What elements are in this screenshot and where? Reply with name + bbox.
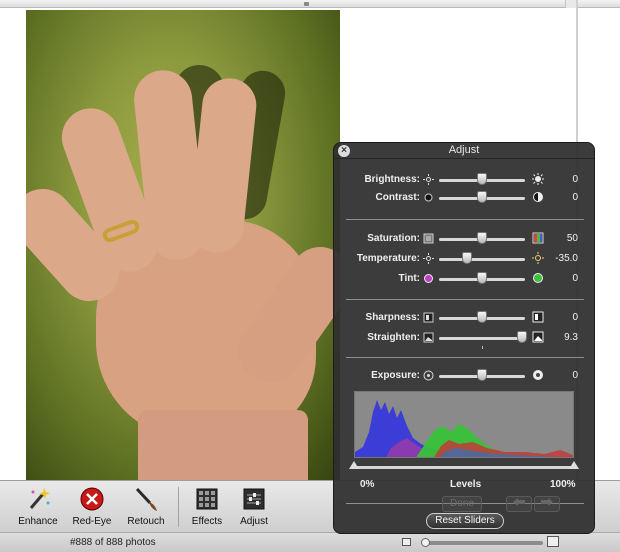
levels-label: Levels (450, 479, 482, 490)
effects-label: Effects (191, 516, 223, 527)
brightness-value: 0 (572, 174, 578, 185)
section-divider (346, 357, 584, 358)
sharpness-low-icon (423, 312, 434, 323)
brightness-slider-knob[interactable] (477, 173, 487, 185)
section-divider (346, 299, 584, 300)
sharpness-icon (532, 311, 544, 323)
temperature-row: Temperature: -35.0 (334, 250, 596, 268)
adjust-button[interactable]: Adjust (232, 481, 276, 533)
brightness-label: Brightness: (364, 174, 420, 185)
retouch-button[interactable]: Retouch (120, 481, 172, 533)
temperature-label: Temperature: (356, 253, 420, 264)
straighten-row: Straighten: 9.3 (334, 329, 596, 349)
tint-slider-knob[interactable] (477, 272, 487, 284)
zoom-slider-knob[interactable] (421, 538, 430, 547)
previous-button[interactable] (506, 496, 532, 512)
exposure-slider-knob[interactable] (477, 369, 487, 381)
temperature-value: -35.0 (555, 253, 578, 264)
adjust-panel: × Adjust Brightness: 0 Contrast: 0 Satur… (333, 142, 595, 534)
straighten-slider[interactable] (439, 337, 525, 340)
straighten-label: Straighten: (367, 332, 420, 343)
tint-value: 0 (572, 273, 578, 284)
straighten-slider-knob[interactable] (516, 331, 527, 343)
red-eye-button[interactable]: Red-Eye (66, 481, 118, 533)
sharpness-row: Sharpness: 0 (334, 309, 596, 327)
arrow-left-icon (513, 498, 525, 506)
levels-min-knob[interactable] (349, 461, 359, 469)
temperature-slider-knob[interactable] (462, 252, 473, 264)
saturation-slider-knob[interactable] (477, 232, 487, 244)
adjust-label: Adjust (240, 516, 268, 527)
saturation-low-icon (423, 233, 434, 244)
arrow-right-icon (541, 498, 553, 506)
straighten-left-icon (423, 332, 434, 343)
sharpness-slider-knob[interactable] (477, 311, 487, 323)
contrast-icon (533, 192, 543, 202)
exposure-label: Exposure: (371, 370, 420, 381)
toolbar-divider (178, 487, 179, 527)
iphoto-window: Enhance Red-Eye Retouch Effects Adjust #… (0, 0, 620, 552)
tint-icon (533, 273, 543, 283)
straighten-center-tick (482, 346, 483, 349)
photo-wrist (138, 410, 308, 480)
saturation-icon (532, 232, 544, 244)
saturation-value: 50 (566, 233, 578, 244)
enhance-button[interactable]: Enhance (10, 481, 66, 533)
adjust-panel-title: Adjust (334, 144, 594, 159)
reset-sliders-button[interactable]: Reset Sliders (426, 513, 504, 529)
enhance-label: Enhance (18, 516, 58, 527)
scroll-up-button[interactable] (565, 0, 576, 8)
red-eye-label: Red-Eye (72, 516, 112, 527)
adjust-sliders-icon (243, 488, 265, 510)
sharpness-value: 0 (572, 312, 578, 323)
temperature-slider[interactable] (439, 258, 525, 261)
levels-min-label: 0% (360, 479, 375, 490)
effects-button[interactable]: Effects (184, 481, 230, 533)
zoom-out-icon[interactable] (402, 538, 411, 546)
straighten-value: 9.3 (564, 332, 578, 343)
zoom-in-icon[interactable] (547, 536, 559, 547)
contrast-label: Contrast: (375, 192, 420, 203)
contrast-value: 0 (572, 192, 578, 203)
red-eye-icon (80, 487, 104, 511)
temperature-warm-icon (532, 252, 544, 264)
levels-max-knob[interactable] (569, 461, 579, 469)
brightness-row: Brightness: 0 (334, 171, 596, 189)
photo-count: #888 of 888 photos (70, 537, 156, 548)
tint-row: Tint: 0 (334, 270, 596, 288)
resize-grip[interactable] (304, 2, 309, 6)
histogram-graph (355, 400, 573, 457)
retouch-label: Retouch (127, 516, 165, 527)
straighten-icon (532, 331, 544, 343)
tint-magenta-icon (424, 274, 433, 283)
next-button[interactable] (534, 496, 560, 512)
tint-label: Tint: (398, 273, 420, 284)
exposure-value: 0 (572, 370, 578, 381)
contrast-slider-knob[interactable] (477, 191, 487, 203)
contrast-row: Contrast: 0 (334, 189, 596, 207)
levels-max-label: 100% (550, 479, 576, 490)
sharpness-label: Sharpness: (365, 312, 420, 323)
exposure-low-icon (423, 370, 434, 381)
levels-slider[interactable] (354, 466, 574, 469)
done-button[interactable]: Done (442, 496, 482, 512)
levels-histogram (354, 391, 574, 458)
retouch-brush-icon (135, 487, 157, 511)
saturation-row: Saturation: 50 (334, 230, 596, 248)
exposure-row: Exposure: 0 (334, 367, 596, 385)
exposure-icon (533, 370, 543, 380)
saturation-label: Saturation: (367, 233, 420, 244)
photo-viewer (26, 10, 340, 480)
contrast-low-icon (424, 193, 433, 202)
effects-grid-icon (196, 488, 218, 510)
enhance-wand-icon (29, 488, 50, 509)
zoom-slider[interactable] (425, 541, 543, 545)
sun-small-icon (423, 174, 434, 185)
window-top-bar (0, 0, 620, 8)
sun-large-icon (532, 173, 544, 185)
section-divider (346, 219, 584, 220)
temperature-cool-icon (423, 253, 434, 264)
